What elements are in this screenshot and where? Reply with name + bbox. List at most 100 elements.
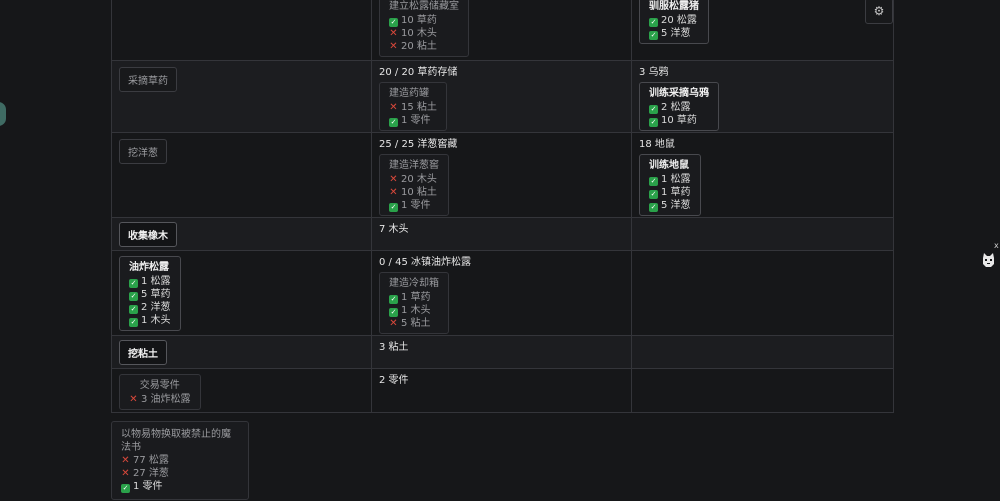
build-title: 建造洋葱窖 [389, 160, 439, 171]
build-box[interactable]: 建造洋葱窖 ✕ 20 木头 ✕ 10 粘土 ✓ 1 零件 [379, 154, 449, 216]
requirement: ✓ 1 木头 [129, 315, 171, 327]
action-cell: 采摘草药 [112, 61, 372, 132]
stock-cell: 25 / 25 洋葱窖藏 建造洋葱窖 ✕ 20 木头 ✕ 10 粘土 ✓ 1 零件 [372, 133, 632, 217]
cross-icon: ✕ [389, 174, 398, 185]
unit-cell [632, 218, 893, 250]
cross-icon: ✕ [121, 468, 130, 479]
requirement: ✓ 2 松露 [649, 102, 691, 114]
unit-count: 3 乌鸦 [639, 67, 669, 78]
stock-text: 20 / 20 草药存储 [379, 67, 458, 78]
requirement: ✓ 1 木头 [389, 305, 431, 317]
requirement: ✕ 20 木头 [389, 174, 437, 185]
build-box[interactable]: 建立松露储藏室 ✓ 10 草药 ✕ 10 木头 ✕ 20 粘土 [379, 0, 469, 57]
stock-text: 2 零件 [379, 375, 409, 386]
build-title: 建造药罐 [389, 88, 429, 99]
check-icon: ✓ [389, 203, 398, 212]
check-icon: ✓ [129, 318, 138, 327]
build-box[interactable]: 建造药罐 ✕ 15 粘土 ✓ 1 零件 [379, 82, 447, 131]
requirement: ✓ 1 草药 [389, 292, 431, 304]
check-icon: ✓ [649, 31, 658, 40]
unit-box[interactable]: 驯服松露猪 ✓ 20 松露 ✓ 5 洋葱 [639, 0, 709, 44]
requirement: ✓ 1 松露 [129, 276, 171, 288]
action-cell: 挖粘土 [112, 336, 372, 368]
check-icon: ✓ [129, 292, 138, 301]
table-row: 挖洋葱 25 / 25 洋葱窖藏 建造洋葱窖 ✕ 20 木头 ✕ 10 粘土 ✓ 1 … [112, 132, 893, 217]
unit-cell: 3 乌鸦 训练采摘乌鸦 ✓ 2 松露 ✓ 10 草药 [632, 61, 893, 132]
build-title: 建造冷却箱 [389, 278, 439, 289]
check-icon: ✓ [389, 118, 398, 127]
barter-title: 以物易物换取被禁止的魔法书 [121, 429, 231, 453]
requirement: ✓ 10 草药 [389, 15, 437, 27]
stock-cell: 3 粘土 [372, 336, 632, 368]
check-icon: ✓ [649, 203, 658, 212]
requirement: ✕ 5 粘土 [389, 318, 431, 329]
check-icon: ✓ [649, 18, 658, 27]
dig-clay-button[interactable]: 挖粘土 [119, 340, 167, 365]
build-title: 建立松露储藏室 [389, 1, 459, 12]
side-handle[interactable] [0, 102, 6, 126]
close-icon[interactable]: x [994, 241, 999, 250]
cross-icon: ✕ [389, 318, 398, 329]
table-row: 收集橡木 7 木头 [112, 217, 893, 250]
unit-box[interactable]: 训练采摘乌鸦 ✓ 2 松露 ✓ 10 草药 [639, 82, 719, 131]
cross-icon: ✕ [389, 41, 398, 52]
unit-cell: 18 地鼠 训练地鼠 ✓ 1 松露 ✓ 1 草药 ✓ 5 洋葱 [632, 133, 893, 217]
fry-truffle-box[interactable]: 油炸松露 ✓ 1 松露 ✓ 5 草药 ✓ 2 洋葱 ✓ 1 木头 [119, 256, 181, 331]
stock-cell: 20 / 20 草药存储 建造药罐 ✕ 15 粘土 ✓ 1 零件 [372, 61, 632, 132]
settings-button[interactable]: ⚙ [865, 0, 893, 24]
table-row: 建立松露储藏室 ✓ 10 草药 ✕ 10 木头 ✕ 20 粘土 驯服松露猪 ✓ 20 松… [112, 0, 893, 60]
requirement: ✕ 27 洋葱 [121, 468, 169, 479]
check-icon: ✓ [649, 118, 658, 127]
requirement: ✓ 5 洋葱 [649, 28, 691, 40]
requirement: ✕ 10 木头 [389, 28, 437, 39]
requirement: ✓ 1 零件 [121, 481, 163, 493]
gear-icon: ⚙ [873, 4, 885, 18]
cross-icon: ✕ [129, 394, 138, 405]
cat-icon[interactable] [982, 253, 995, 267]
check-icon: ✓ [649, 190, 658, 199]
check-icon: ✓ [389, 295, 398, 304]
requirement: ✓ 2 洋葱 [129, 302, 171, 314]
gather-herbs-button[interactable]: 采摘草药 [119, 67, 177, 92]
barter-grimoire-box[interactable]: 以物易物换取被禁止的魔法书 ✕ 77 松露 ✕ 27 洋葱 ✓ 1 零件 [111, 421, 249, 500]
unit-box[interactable]: 训练地鼠 ✓ 1 松露 ✓ 1 草药 ✓ 5 洋葱 [639, 154, 701, 216]
requirement: ✕ 77 松露 [121, 455, 169, 466]
resource-table: 建立松露储藏室 ✓ 10 草药 ✕ 10 木头 ✕ 20 粘土 驯服松露猪 ✓ 20 松… [111, 0, 894, 413]
table-row: 采摘草药 20 / 20 草药存储 建造药罐 ✕ 15 粘土 ✓ 1 零件 3 乌鸦… [112, 60, 893, 132]
stock-text: 3 粘土 [379, 342, 409, 353]
requirement: ✓ 1 草药 [649, 187, 691, 199]
action-cell: 油炸松露 ✓ 1 松露 ✓ 5 草药 ✓ 2 洋葱 ✓ 1 木头 [112, 251, 372, 335]
stock-cell: 7 木头 [372, 218, 632, 250]
build-box[interactable]: 建造冷却箱 ✓ 1 草药 ✓ 1 木头 ✕ 5 粘土 [379, 272, 449, 334]
check-icon: ✓ [121, 484, 130, 493]
check-icon: ✓ [129, 279, 138, 288]
requirement: ✓ 10 草药 [649, 115, 697, 127]
action-cell: 交易零件 ✕ 3 油炸松露 [112, 369, 372, 412]
cross-icon: ✕ [389, 28, 398, 39]
requirement: ✕ 15 粘土 [389, 102, 437, 113]
dig-onions-button[interactable]: 挖洋葱 [119, 139, 167, 164]
check-icon: ✓ [649, 105, 658, 114]
requirement: ✓ 1 松露 [649, 174, 691, 186]
unit-cell [632, 369, 893, 412]
stock-text: 25 / 25 洋葱窖藏 [379, 139, 458, 150]
requirement: ✓ 1 零件 [389, 115, 431, 127]
stock-text: 0 / 45 冰镇油炸松露 [379, 257, 471, 268]
cross-icon: ✕ [389, 187, 398, 198]
collect-oak-button[interactable]: 收集橡木 [119, 222, 177, 247]
check-icon: ✓ [129, 305, 138, 314]
cross-icon: ✕ [121, 455, 130, 466]
check-icon: ✓ [389, 18, 398, 27]
unit-title: 训练地鼠 [649, 160, 689, 171]
action-cell [112, 0, 372, 60]
stock-cell: 2 零件 [372, 369, 632, 412]
check-icon: ✓ [389, 308, 398, 317]
unit-cell [632, 251, 893, 335]
trade-parts-box[interactable]: 交易零件 ✕ 3 油炸松露 [119, 374, 201, 410]
table-row: 油炸松露 ✓ 1 松露 ✓ 5 草药 ✓ 2 洋葱 ✓ 1 木头 0 / 45 冰镇油炸… [112, 250, 893, 335]
requirement: ✕ 3 油炸松露 [129, 394, 191, 405]
action-cell: 收集橡木 [112, 218, 372, 250]
requirement: ✓ 1 零件 [389, 200, 431, 212]
action-cell: 挖洋葱 [112, 133, 372, 217]
unit-title: 训练采摘乌鸦 [649, 88, 709, 99]
